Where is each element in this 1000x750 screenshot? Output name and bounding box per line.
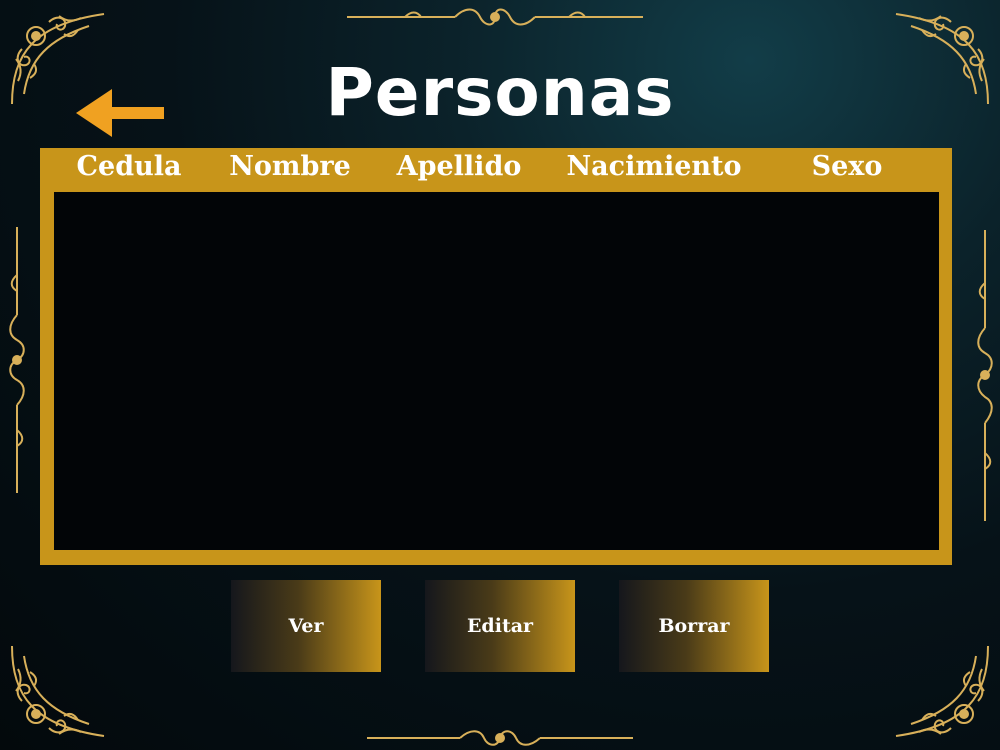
- persons-table: Cedula Nombre Apellido Nacimiento Sexo: [40, 148, 952, 565]
- corner-ornament-bottom-right: [886, 636, 996, 746]
- table-header: Cedula Nombre Apellido Nacimiento Sexo: [40, 148, 952, 192]
- column-header-nacimiento[interactable]: Nacimiento: [567, 151, 742, 182]
- left-side-flourish: [6, 225, 28, 495]
- view-button[interactable]: Ver: [231, 580, 381, 672]
- bottom-flourish: [365, 728, 635, 748]
- delete-button[interactable]: Borrar: [619, 580, 769, 672]
- column-header-apellido[interactable]: Apellido: [397, 151, 522, 182]
- corner-ornament-bottom-left: [4, 636, 114, 746]
- column-header-sexo[interactable]: Sexo: [812, 151, 883, 182]
- column-header-nombre[interactable]: Nombre: [229, 151, 351, 182]
- right-side-flourish: [974, 228, 996, 523]
- arrow-left-icon: [76, 89, 164, 137]
- back-button[interactable]: [72, 86, 168, 140]
- top-flourish: [345, 6, 645, 28]
- column-header-cedula[interactable]: Cedula: [77, 151, 182, 182]
- edit-button[interactable]: Editar: [425, 580, 575, 672]
- table-body[interactable]: [54, 192, 939, 550]
